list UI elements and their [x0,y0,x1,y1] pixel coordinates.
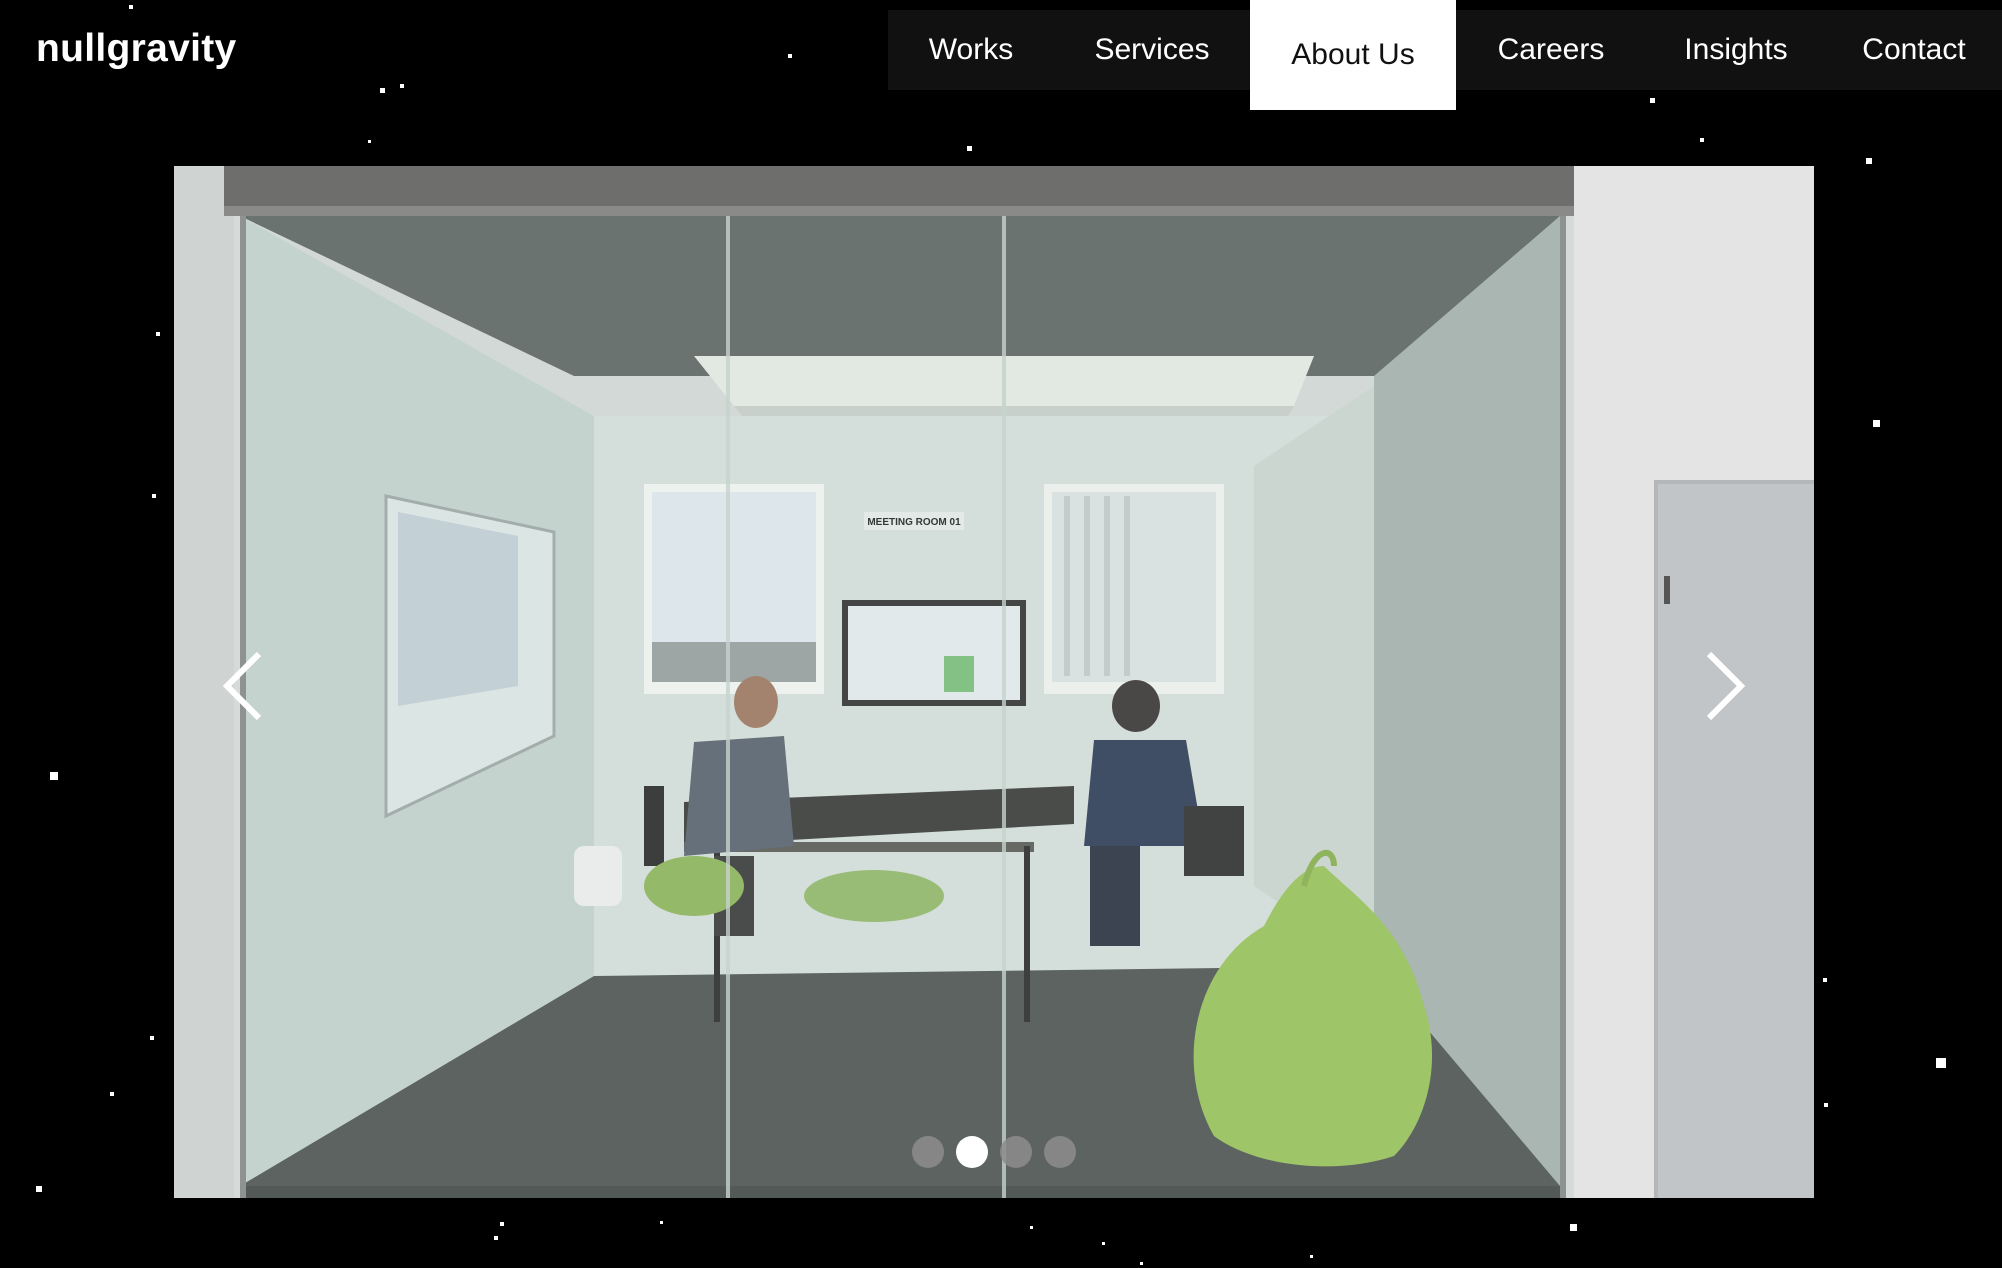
slider-dot-4[interactable] [1044,1136,1076,1168]
meeting-room-photo: MEETING ROOM 01 [174,166,1814,1198]
brand-logo[interactable]: nullgravity [36,27,237,71]
slider-next-button[interactable] [1684,636,1764,736]
nav-item-works[interactable]: Works [888,10,1054,90]
slider-dot-2[interactable] [956,1136,988,1168]
slider-dot-3[interactable] [1000,1136,1032,1168]
nav-item-careers[interactable]: Careers [1456,10,1646,90]
chevron-left-icon [222,651,262,721]
slider-prev-button[interactable] [204,636,284,736]
photo-slider: MEETING ROOM 01 [174,166,1814,1198]
slider-pagination [174,1136,1814,1168]
slider-dot-1[interactable] [912,1136,944,1168]
chevron-right-icon [1706,651,1746,721]
nav-item-insights[interactable]: Insights [1646,10,1826,90]
nav-item-about-us[interactable]: About Us [1250,0,1456,110]
nav-item-contact[interactable]: Contact [1826,10,2002,90]
page: nullgravity Works Services About Us Care… [0,0,2002,1268]
nav-item-services[interactable]: Services [1054,10,1250,90]
main-navigation: Works Services About Us Careers Insights… [888,0,2002,110]
